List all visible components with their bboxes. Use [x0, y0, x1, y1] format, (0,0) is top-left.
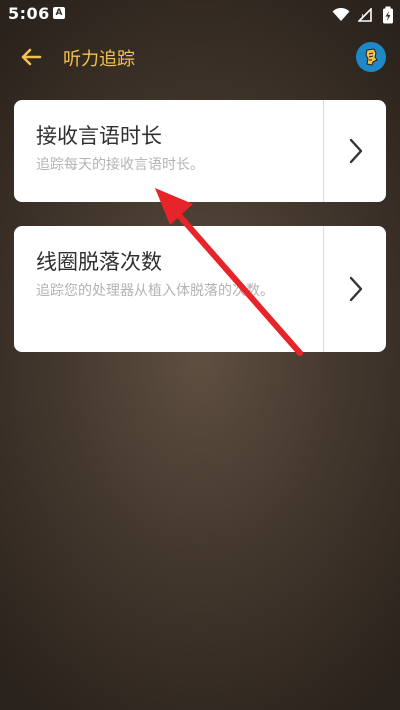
card-title: 接收言语时长 — [36, 124, 162, 148]
back-button[interactable] — [16, 42, 46, 72]
card-divider — [323, 226, 324, 352]
page-title: 听力追踪 — [63, 49, 135, 70]
notification-letter: A — [55, 8, 63, 18]
chevron-right-icon[interactable] — [344, 274, 368, 304]
coil-off-count-card[interactable]: 线圈脱落次数 追踪您的处理器从植入体脱落的次数。 — [14, 226, 386, 352]
app-bar: 听力追踪 — [0, 28, 400, 86]
card-description: 追踪您的处理器从植入体脱落的次数。 — [36, 283, 274, 299]
notification-icon: A — [53, 7, 65, 19]
card-text: 接收言语时长 追踪每天的接收言语时长。 — [36, 122, 314, 177]
status-time: 5:06 — [8, 4, 50, 23]
account-button[interactable] — [356, 42, 386, 72]
arrow-left-icon — [21, 48, 42, 66]
card-divider — [323, 100, 324, 202]
card-text: 线圈脱落次数 追踪您的处理器从植入体脱落的次数。 — [36, 248, 314, 303]
system-icons: ! — [332, 4, 394, 24]
battery-charging-icon — [383, 6, 393, 23]
speech-duration-card[interactable]: 接收言语时长 追踪每天的接收言语时长。 — [14, 100, 386, 202]
wifi-icon — [332, 7, 350, 21]
signal-icon: ! — [357, 7, 372, 22]
status-bar: 5:06 A ! — [0, 0, 400, 28]
chevron-right-icon[interactable] — [344, 136, 368, 166]
account-icon — [365, 48, 378, 66]
svg-text:!: ! — [361, 13, 364, 21]
card-description: 追踪每天的接收言语时长。 — [36, 157, 204, 173]
card-title: 线圈脱落次数 — [36, 250, 162, 274]
